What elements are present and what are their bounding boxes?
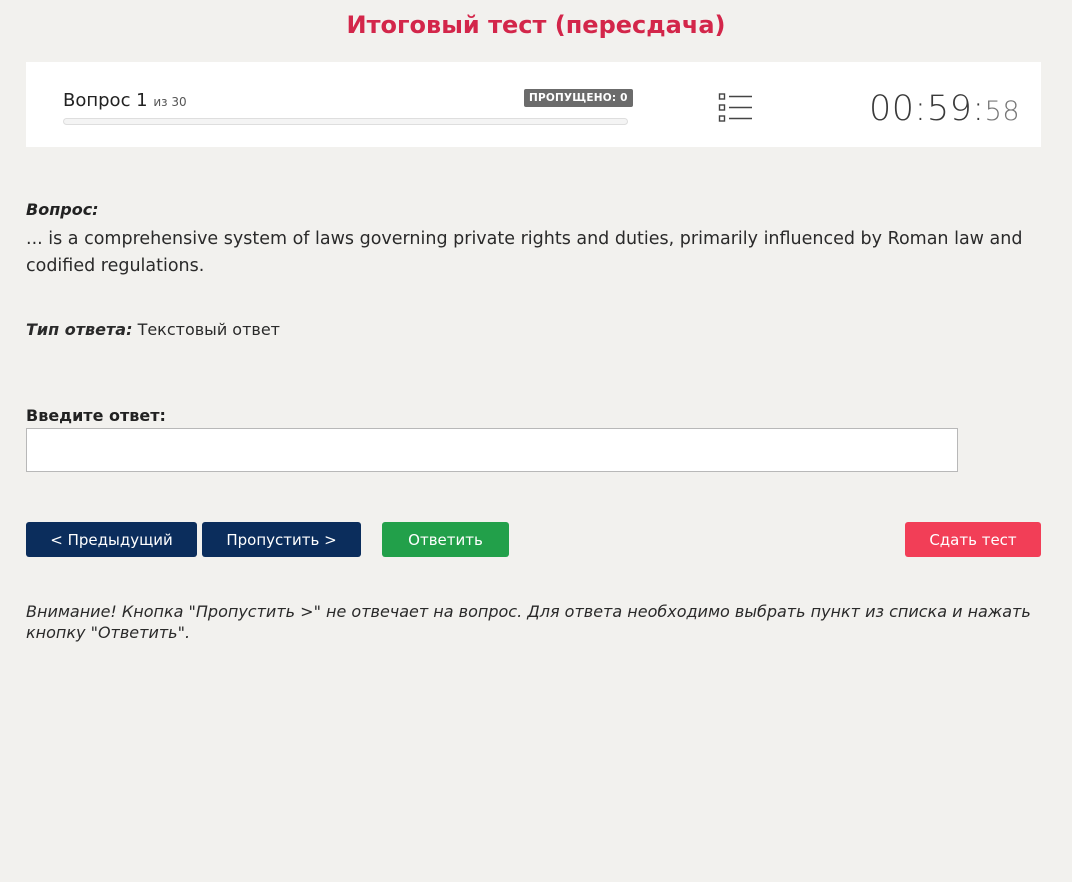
question-counter: Вопрос 1 из 30 [63, 90, 187, 111]
answer-type: Тип ответа: Текстовый ответ [26, 320, 280, 339]
status-panel: Вопрос 1 из 30 ПРОПУЩЕНО: 0 00:59:58 [26, 62, 1041, 147]
countdown-timer: 00:59:58 [869, 89, 1020, 129]
test-page: Итоговый тест (пересдача) Вопрос 1 из 30… [0, 0, 1072, 882]
answer-label: Введите ответ: [26, 406, 166, 425]
list-icon[interactable] [718, 92, 754, 124]
question-text: ... is a comprehensive system of laws go… [26, 229, 1023, 276]
answer-input[interactable] [26, 428, 958, 472]
answer-type-value: Текстовый ответ [137, 320, 280, 339]
previous-button[interactable]: < Предыдущий [26, 522, 197, 557]
submit-test-button[interactable]: Сдать тест [905, 522, 1041, 557]
list-icon-graphic [718, 93, 752, 122]
notice-text: Внимание! Кнопка "Пропустить >" не отвеч… [26, 602, 1031, 642]
answer-button[interactable]: Ответить [382, 522, 509, 557]
page-title: Итоговый тест (пересдача) [346, 11, 726, 39]
answer-type-label: Тип ответа: [26, 320, 133, 339]
progress-bar [63, 118, 628, 125]
skipped-badge: ПРОПУЩЕНО: 0 [524, 89, 633, 107]
question-number: Вопрос 1 [63, 90, 148, 111]
timer-seconds: 58 [984, 96, 1020, 127]
question-label: Вопрос: [26, 200, 99, 219]
timer-main: 00:59: [868, 89, 985, 129]
skip-button[interactable]: Пропустить > [202, 522, 361, 557]
question-total: из 30 [153, 95, 187, 109]
